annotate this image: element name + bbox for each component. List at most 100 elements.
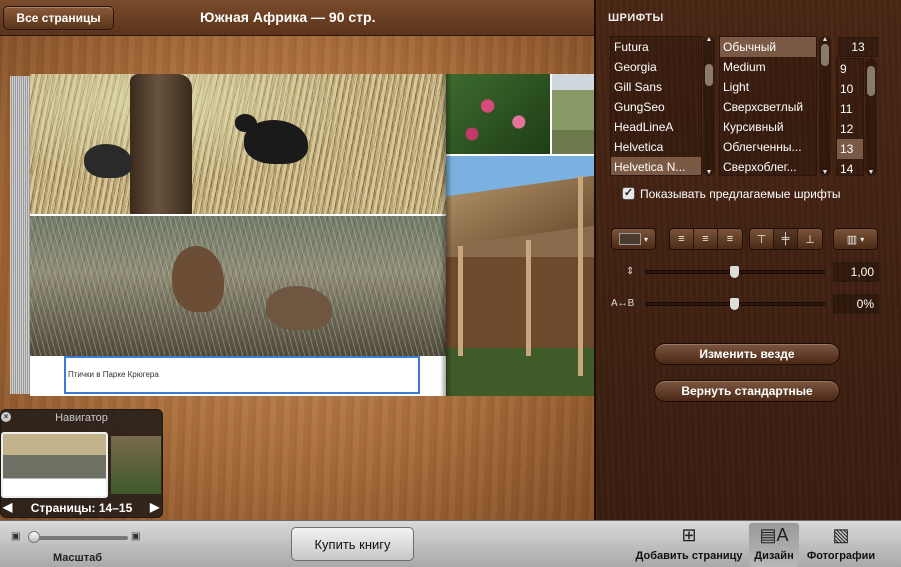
font-size-scrollbar[interactable]: ▼: [865, 58, 877, 176]
line-spacing-value[interactable]: 1,00: [833, 262, 879, 282]
scroll-thumb[interactable]: [821, 44, 829, 66]
right-page[interactable]: [446, 74, 594, 396]
font-size-item[interactable]: 12: [837, 119, 863, 139]
apply-everywhere-button[interactable]: Изменить везде: [654, 343, 840, 365]
navigator-thumbnails[interactable]: [1, 432, 164, 498]
photo-lodge[interactable]: [446, 156, 594, 396]
line-spacing-icon: ⇕: [626, 266, 635, 277]
lodge-post: [578, 176, 583, 376]
zoom-knob[interactable]: [28, 531, 40, 543]
arrow-right-icon[interactable]: ▶: [150, 500, 159, 514]
font-style-scrollbar[interactable]: ▲ ▼: [819, 36, 831, 176]
columns-icon: ▥: [846, 233, 858, 246]
font-family-list[interactable]: Futura Georgia Gill Sans GungSeo HeadLineA He…: [610, 36, 702, 176]
book-spread: Птички в Парке Крюгера: [10, 74, 594, 396]
font-style-item[interactable]: Облегченны...: [720, 137, 816, 157]
scroll-thumb[interactable]: [705, 64, 713, 86]
thumbnail-next-spread[interactable]: [111, 436, 161, 494]
lodge-post: [526, 240, 531, 356]
photo-flowers[interactable]: [446, 74, 550, 154]
chevron-down-icon: ▾: [860, 234, 865, 244]
hornbill-1-head: [235, 114, 257, 132]
navigator-panel[interactable]: × Навигатор ◀ Страницы: 14–15 ▶: [0, 409, 163, 518]
caption-text-box[interactable]: Птички в Парке Крюгера: [64, 356, 420, 394]
font-style-item[interactable]: Курсивный: [720, 117, 816, 137]
zoom-slider[interactable]: [28, 536, 128, 540]
font-family-item[interactable]: HeadLineA: [611, 117, 701, 137]
font-style-item[interactable]: Medium: [720, 57, 816, 77]
scroll-down-icon[interactable]: ▼: [703, 169, 715, 176]
book-spine: [440, 74, 452, 396]
vertical-alignment-segment[interactable]: ⊤ ╪ ⊥: [749, 228, 823, 250]
text-color-button[interactable]: ▾: [611, 228, 656, 250]
photo-hornbills[interactable]: [30, 74, 446, 214]
photos-icon: ▧: [832, 525, 850, 545]
font-family-item[interactable]: Futura: [611, 37, 701, 57]
chevron-down-icon: ▾: [643, 234, 648, 244]
font-size-item[interactable]: 13: [837, 139, 863, 159]
hornbill-2: [84, 144, 132, 178]
columns-button[interactable]: ▥ ▾: [833, 228, 878, 250]
design-button[interactable]: ▤A Дизайн: [749, 523, 799, 567]
font-size-list[interactable]: 9 10 11 12 13 14: [836, 58, 864, 176]
reset-defaults-button[interactable]: Вернуть стандартные: [654, 380, 840, 402]
photos-button[interactable]: ▧ Фотографии: [803, 523, 879, 567]
align-top-icon[interactable]: ⊤: [750, 229, 774, 249]
zoom-in-icon[interactable]: ▣: [131, 531, 140, 542]
character-spacing-knob[interactable]: [730, 298, 739, 310]
character-spacing-icon: A↔B: [611, 298, 635, 309]
font-style-item[interactable]: Обычный: [720, 37, 816, 57]
align-right-icon[interactable]: ≡: [718, 229, 742, 249]
font-size-item[interactable]: 9: [837, 59, 863, 79]
font-size-item[interactable]: 10: [837, 79, 863, 99]
navigator-title: Навигатор: [55, 412, 108, 424]
align-center-icon[interactable]: ≡: [694, 229, 718, 249]
align-left-icon[interactable]: ≡: [670, 229, 694, 249]
design-label: Дизайн: [754, 550, 794, 562]
scroll-up-icon[interactable]: ▲: [703, 36, 715, 43]
font-style-list[interactable]: Обычный Medium Light Сверхсветлый Курсивный О…: [719, 36, 817, 176]
grass-texture: [30, 74, 446, 214]
font-style-item[interactable]: Сверхоблег...: [720, 157, 816, 175]
font-family-scrollbar[interactable]: ▲ ▼: [703, 36, 715, 176]
line-spacing-knob[interactable]: [730, 266, 739, 278]
scroll-up-icon[interactable]: ▲: [819, 36, 831, 43]
zoom-label: Масштаб: [53, 552, 103, 564]
font-size-input[interactable]: 13: [838, 37, 878, 57]
character-spacing-value[interactable]: 0%: [833, 294, 879, 314]
grass-texture-2: [30, 216, 446, 356]
lodge-roof: [446, 175, 594, 247]
font-size-item[interactable]: 11: [837, 99, 863, 119]
color-swatch-icon: [618, 233, 641, 245]
tree-trunk: [130, 74, 192, 214]
font-style-item[interactable]: Сверхсветлый: [720, 97, 816, 117]
show-suggested-checkbox[interactable]: ✓: [622, 187, 635, 200]
align-bottom-icon[interactable]: ⊥: [798, 229, 822, 249]
font-family-item[interactable]: Georgia: [611, 57, 701, 77]
thumbnail-current-spread[interactable]: [1, 432, 108, 498]
photo-spurfowl[interactable]: [30, 216, 446, 356]
add-page-button[interactable]: ⊞ Добавить страницу: [632, 523, 746, 567]
page-edges: [10, 76, 32, 394]
photo-elephant[interactable]: [552, 74, 594, 154]
align-middle-icon[interactable]: ╪: [774, 229, 798, 249]
panel-title: ШРИФТЫ: [608, 12, 664, 24]
lodge-post: [458, 246, 463, 356]
bottom-toolbar: ▣ ▣ Масштаб Купить книгу ⊞ Добавить стра…: [0, 520, 901, 567]
font-family-item[interactable]: Gill Sans: [611, 77, 701, 97]
scroll-thumb[interactable]: [867, 66, 875, 96]
scroll-down-icon[interactable]: ▼: [819, 169, 831, 176]
font-family-item[interactable]: Helvetica: [611, 137, 701, 157]
all-pages-button[interactable]: Все страницы: [3, 6, 114, 30]
buy-book-button[interactable]: Купить книгу: [291, 527, 414, 561]
font-family-item[interactable]: GungSeo: [611, 97, 701, 117]
zoom-out-icon[interactable]: ▣: [11, 531, 20, 542]
font-style-item[interactable]: Light: [720, 77, 816, 97]
top-bar: Все страницы Южная Африка — 90 стр.: [0, 0, 594, 36]
scroll-down-icon[interactable]: ▼: [865, 169, 877, 176]
alignment-segment[interactable]: ≡ ≡ ≡: [669, 228, 743, 250]
spurfowl-2: [266, 286, 332, 330]
left-page[interactable]: Птички в Парке Крюгера: [30, 74, 446, 396]
font-family-item[interactable]: Helvetica N...: [611, 157, 701, 175]
font-size-item[interactable]: 14: [837, 159, 863, 175]
